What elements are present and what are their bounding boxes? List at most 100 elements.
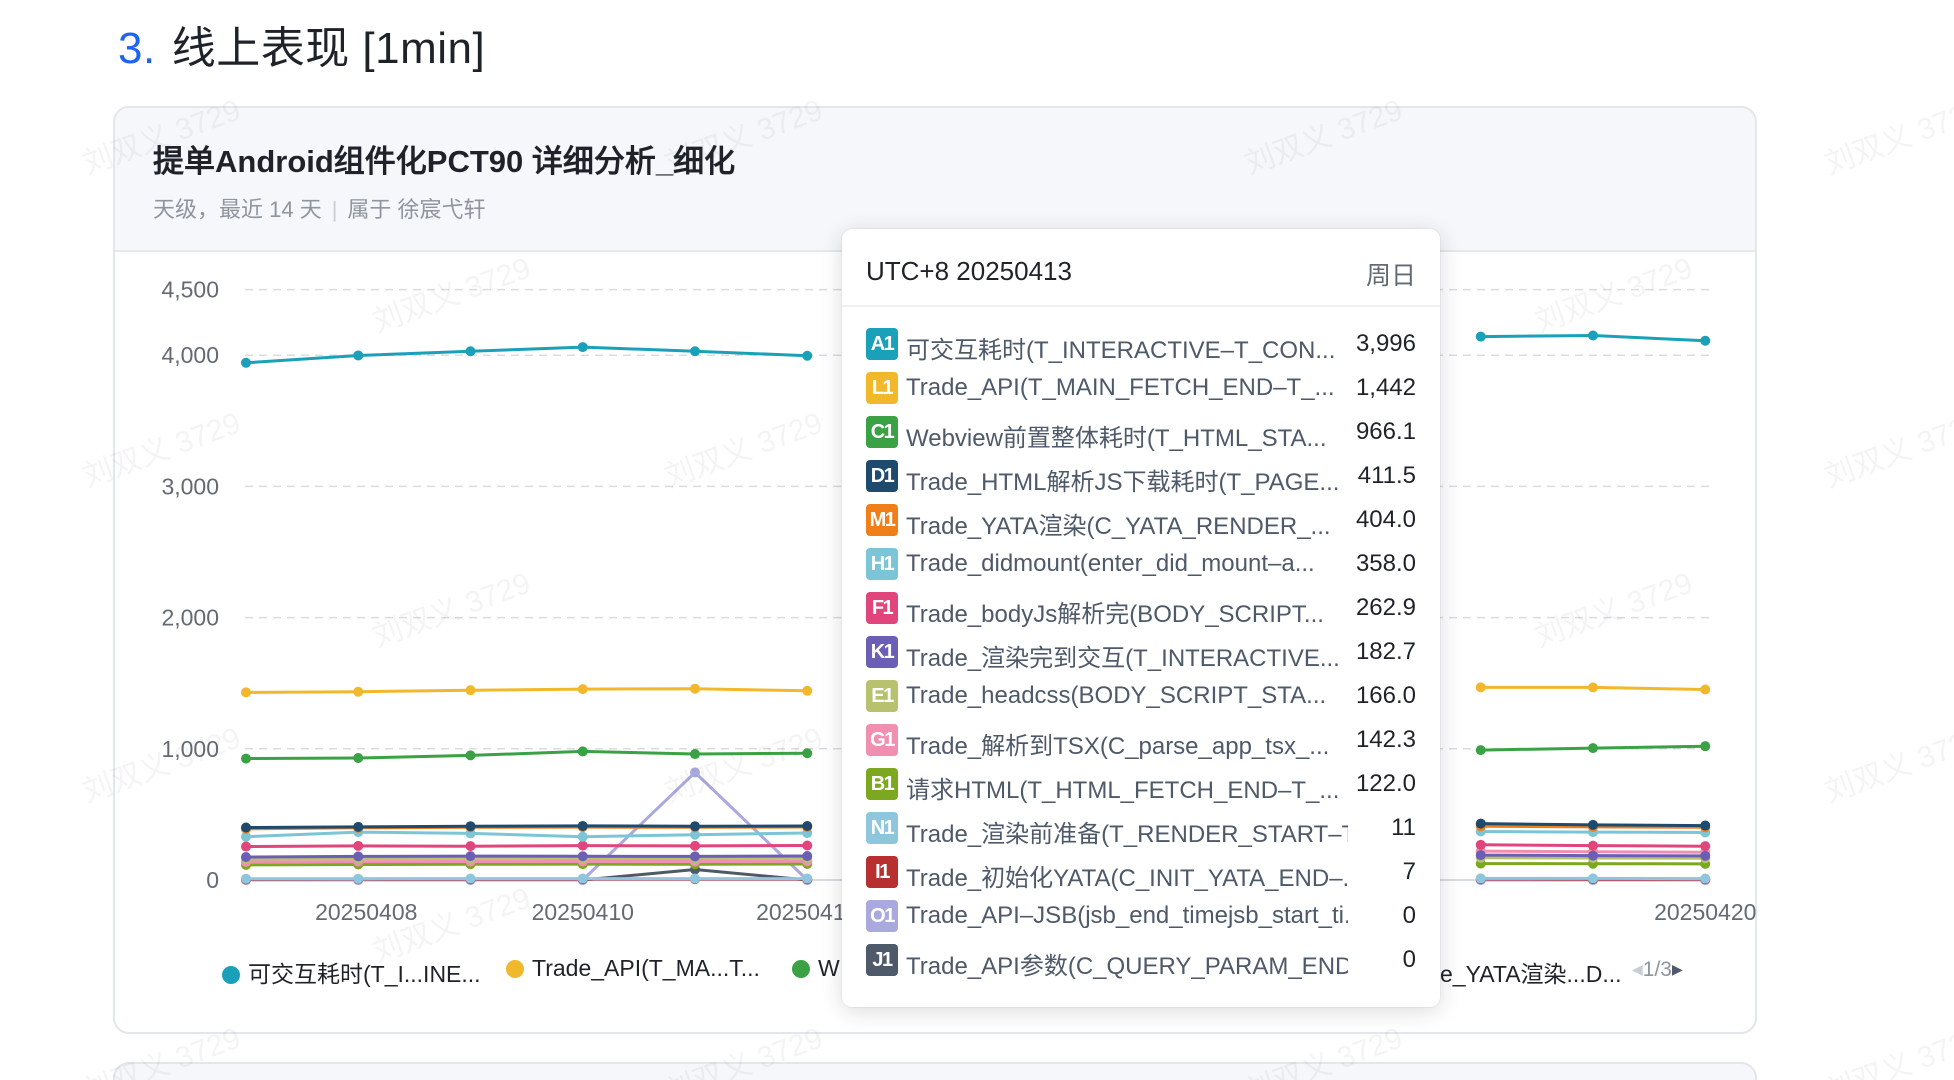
data-point: [1475, 850, 1486, 861]
tooltip-row: A1 可交互耗时(T_INTERACTIVE–T_CON... 3,996: [842, 323, 1440, 367]
series-badge: E1: [866, 680, 898, 712]
tooltip-series-name: Trade_didmount(enter_did_mount–a...: [906, 550, 1315, 577]
data-point: [1700, 820, 1711, 831]
legend-item[interactable]: e_YATA渲染...D...: [1440, 955, 1621, 989]
series-line: [245, 824, 808, 829]
data-point: [690, 821, 700, 832]
data-point: [465, 685, 476, 696]
data-point: [353, 873, 364, 884]
page: 3. 线上表现 [1min] 提单Android组件化PCT90 详细分析_细化 …: [0, 0, 1954, 1080]
data-point: [465, 841, 476, 852]
legend-next-page-icon[interactable]: ▶: [1672, 961, 1683, 977]
series-badge: J1: [866, 944, 898, 976]
tooltip-row: J1 Trade_API参数(C_QUERY_PARAM_END–... 0: [842, 939, 1440, 983]
tooltip-series-name: Trade_API(T_MAIN_FETCH_END–T_...: [906, 374, 1335, 401]
legend-item[interactable]: 可交互耗时(T_I...INE...: [222, 955, 481, 989]
tooltip-row: L1 Trade_API(T_MAIN_FETCH_END–T_... 1,442: [842, 367, 1440, 411]
legend-marker-icon: [506, 960, 524, 978]
tooltip-series-value: 182.7: [1355, 638, 1416, 665]
series-badge: F1: [866, 592, 898, 624]
data-point: [802, 748, 813, 759]
series-badge: C1: [866, 416, 898, 448]
data-point: [1588, 330, 1598, 341]
tooltip-row: H1 Trade_didmount(enter_did_mount–a... 358…: [842, 543, 1440, 587]
tooltip-row: O1 Trade_API–JSB(jsb_end_timejsb_start_ti…: [842, 895, 1440, 939]
series-line: [245, 862, 808, 867]
tooltip-row: F1 Trade_bodyJs解析完(BODY_SCRIPT... 262.9: [842, 587, 1440, 631]
series-badge: B1: [866, 768, 898, 800]
data-point: [802, 851, 813, 862]
tooltip-row: C1 Webview前置整体耗时(T_HTML_STA... 966.1: [842, 411, 1440, 455]
data-point: [465, 873, 476, 884]
legend-label: W: [818, 955, 840, 981]
tooltip-series-value: 0: [1402, 902, 1416, 929]
data-point: [690, 873, 700, 884]
chart-tooltip: UTC+8 20250413 周日 A1 可交互耗时(T_INTERACTIVE–…: [842, 229, 1440, 1007]
data-point: [690, 851, 700, 862]
data-point: [1588, 840, 1598, 851]
data-point: [577, 684, 588, 695]
tooltip-series-value: 3,996: [1355, 330, 1416, 357]
legend-page-indicator: 1/3: [1642, 958, 1672, 981]
data-point: [1588, 682, 1598, 693]
legend-item[interactable]: Trade_API(T_MA...T...: [506, 955, 760, 982]
data-point: [802, 873, 813, 884]
tooltip-series-name: Trade_初始化YATA(C_INIT_YATA_END–...: [906, 865, 1348, 892]
data-point: [802, 840, 813, 851]
data-point: [1475, 682, 1486, 693]
tooltip-series-name: Trade_YATA渲染(C_YATA_RENDER_...: [906, 513, 1331, 540]
series-badge: L1: [866, 372, 898, 404]
legend-marker-icon: [792, 960, 810, 978]
tooltip-series-value: 122.0: [1355, 770, 1416, 797]
tooltip-series-name: 可交互耗时(T_INTERACTIVE–T_CON...: [906, 337, 1336, 364]
series-badge: H1: [866, 548, 898, 580]
tooltip-series-name: 请求HTML(T_HTML_FETCH_END–T_...: [906, 777, 1340, 804]
legend-prev-page-icon[interactable]: ◀: [1632, 961, 1643, 977]
data-point: [1700, 873, 1711, 884]
data-point: [1475, 745, 1486, 756]
series-line: [245, 749, 808, 761]
legend-pager: ◀1/3▶: [1632, 958, 1683, 982]
tooltip-series-name: Webview前置整体耗时(T_HTML_STA...: [906, 425, 1327, 452]
data-point: [1588, 850, 1598, 861]
legend-label: e_YATA渲染...D...: [1440, 961, 1622, 987]
data-point: [577, 342, 588, 353]
data-point: [1700, 850, 1711, 861]
tooltip-series-value: 7: [1402, 858, 1416, 885]
tooltip-series-value: 0: [1402, 946, 1416, 973]
data-point: [690, 749, 700, 760]
tooltip-rows: A1 可交互耗时(T_INTERACTIVE–T_CON... 3,996 L1 Tr…: [842, 323, 1440, 983]
data-point: [353, 686, 364, 697]
data-point: [241, 873, 251, 884]
series-line: [245, 830, 808, 839]
x-tick-label: 20250410: [532, 899, 634, 925]
tooltip-series-value: 411.5: [1357, 462, 1416, 489]
data-point: [465, 851, 476, 862]
legend-label: Trade_API(T_MA...T...: [532, 955, 760, 981]
tooltip-series-name: Trade_bodyJs解析完(BODY_SCRIPT...: [906, 601, 1324, 628]
data-point: [241, 841, 251, 852]
data-point: [1700, 741, 1711, 752]
data-point: [353, 840, 364, 851]
tooltip-series-value: 966.1: [1355, 418, 1416, 445]
y-tick-label: 3,000: [161, 473, 219, 499]
series-badge: O1: [866, 900, 898, 932]
tooltip-series-value: 404.0: [1355, 506, 1416, 533]
series-badge: G1: [866, 724, 898, 756]
legend-marker-icon: [222, 966, 240, 984]
data-point: [577, 820, 588, 831]
tooltip-series-value: 11: [1391, 814, 1416, 841]
legend-item[interactable]: W: [792, 955, 840, 982]
data-point: [577, 746, 588, 757]
y-tick-label: 4,000: [161, 342, 219, 368]
data-point: [1700, 335, 1711, 346]
tooltip-row: I1 Trade_初始化YATA(C_INIT_YATA_END–... 7: [842, 851, 1440, 895]
series-line: [245, 687, 808, 694]
tooltip-row: E1 Trade_headcss(BODY_SCRIPT_STA... 166.0: [842, 675, 1440, 719]
y-tick-label: 2,000: [161, 605, 219, 631]
data-point: [241, 852, 251, 863]
series-line: [245, 859, 808, 864]
data-point: [1700, 841, 1711, 852]
tooltip-series-value: 166.0: [1355, 682, 1416, 709]
data-point: [1475, 818, 1486, 829]
